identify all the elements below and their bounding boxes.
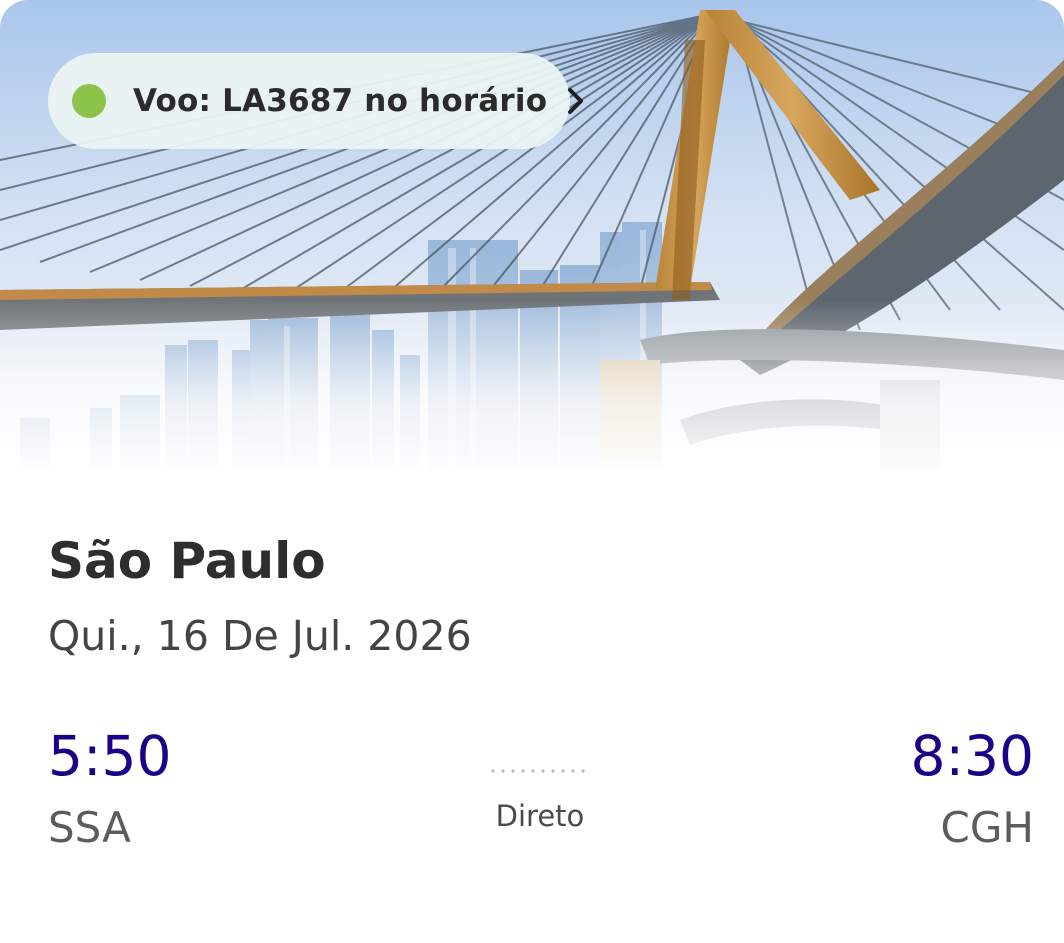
departure-time: 5:50: [48, 724, 172, 788]
chevron-right-icon: [565, 86, 587, 116]
destination-city: São Paulo: [48, 532, 326, 590]
on-time-status-dot: [72, 84, 106, 118]
arrival-time: 8:30: [910, 724, 1034, 788]
flight-card[interactable]: Voo: LA3687 no horário São Paulo Qui., 1…: [0, 0, 1064, 943]
flight-date: Qui., 16 De Jul. 2026: [48, 612, 472, 660]
flight-status-text: Voo: LA3687 no horário: [133, 83, 548, 119]
route-type-label: Direto: [495, 799, 585, 833]
arrival-airport-code: CGH: [940, 803, 1034, 852]
departure-airport-code: SSA: [48, 803, 131, 852]
destination-hero-image: Voo: LA3687 no horário: [0, 0, 1064, 490]
flight-status-chip[interactable]: Voo: LA3687 no horário: [48, 53, 584, 149]
route-dotted-line: [488, 769, 588, 773]
